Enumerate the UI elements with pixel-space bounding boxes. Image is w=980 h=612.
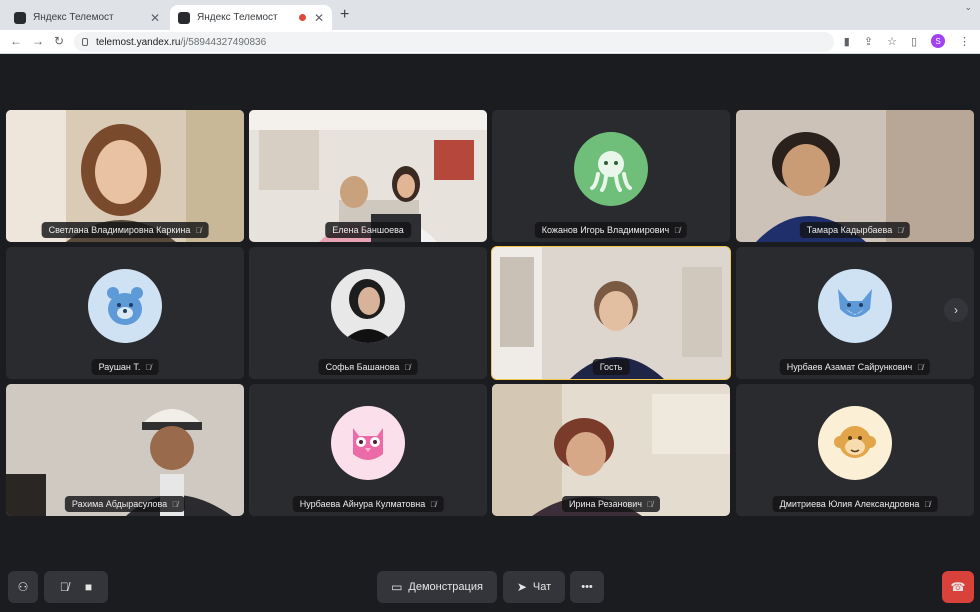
participant-name: Светлана Владимировна Каркина <box>48 225 191 235</box>
participant-tile[interactable]: Тамара Кадырбаева 🎙̸ <box>736 110 974 242</box>
url-path: /j/58944327490836 <box>180 36 267 48</box>
tab-telemost-1[interactable]: Яндекс Телемост ✕ <box>6 5 168 30</box>
participant-name: Раушан Т. <box>98 362 141 372</box>
more-icon: ••• <box>581 581 593 593</box>
back-icon[interactable]: ← <box>10 34 22 48</box>
chat-button[interactable]: ➤ Чат <box>503 571 565 603</box>
url-input[interactable]: telemost.yandex.ru /j/58944327490836 <box>74 32 834 52</box>
octopus-icon <box>574 132 648 206</box>
camera-icon[interactable]: ■ <box>85 580 92 594</box>
close-tab-icon[interactable]: ✕ <box>150 11 160 25</box>
recording-dot-icon <box>298 14 306 21</box>
participant-name-plate: Софья Башанова 🎙̸ <box>318 359 418 375</box>
participant-name: Дмитриева Юлия Александровна <box>779 499 920 509</box>
mic-off-icon: 🎙̸ <box>917 362 924 372</box>
side-panel-icon[interactable]: ▯ <box>911 35 917 48</box>
participant-tile[interactable]: Рахима Абдырасулова 🎙̸ <box>6 384 244 516</box>
mic-off-icon: 🎙̸ <box>172 499 179 509</box>
participant-tile[interactable]: Дмитриева Юлия Александровна 🎙̸ <box>736 384 974 516</box>
telemost-favicon-icon <box>14 11 26 24</box>
hang-up-icon: ☎ <box>950 580 966 594</box>
participant-tile[interactable]: Елена Баншоева <box>249 110 487 242</box>
tab-search-icon[interactable]: ⌄ <box>964 2 972 13</box>
participant-tile-active-speaker[interactable]: Гость <box>491 246 731 380</box>
participant-tile[interactable]: Нурбаев Азамат Сайрункович 🎙̸ <box>736 247 974 379</box>
participants-icon: ⚇ <box>17 580 29 594</box>
participant-name-plate: Гость <box>592 359 630 375</box>
fox-icon <box>818 269 892 343</box>
mic-off-icon: 🎙̸ <box>430 499 437 509</box>
participant-name-plate: Кожанов Игорь Владимирович 🎙̸ <box>534 222 688 238</box>
participant-tile[interactable]: Светлана Владимировна Каркина 🎙̸ <box>6 110 244 242</box>
participant-tile[interactable]: Нурбаева Айнура Кулматовна 🎙̸ <box>249 384 487 516</box>
new-tab-button[interactable]: + <box>340 6 349 24</box>
participant-name: Кожанов Игорь Владимирович <box>541 225 670 235</box>
participant-name-plate: Рахима Абдырасулова 🎙̸ <box>64 496 186 512</box>
url-host: telemost.yandex.ru <box>96 36 181 48</box>
end-call-button[interactable]: ☎ <box>942 571 974 603</box>
participant-tile[interactable]: Софья Башанова 🎙̸ <box>249 247 487 379</box>
mic-off-icon: 🎙̸ <box>647 499 653 509</box>
tab-telemost-2[interactable]: Яндекс Телемост ✕ <box>170 5 332 30</box>
monkey-icon <box>818 406 892 480</box>
screen-share-icon: ▭ <box>391 580 403 594</box>
menu-kebab-icon[interactable]: ⋮ <box>959 35 970 48</box>
owl-icon <box>331 406 405 480</box>
profile-avatar[interactable]: S <box>931 34 945 48</box>
participant-tile[interactable]: Раушан Т. 🎙̸ <box>6 247 244 379</box>
participant-name-plate: Ирина Резанович 🎙̸ <box>562 496 660 512</box>
address-bar: ← → ↻ telemost.yandex.ru /j/589443274908… <box>0 30 980 54</box>
chevron-right-icon: › <box>954 303 958 317</box>
participant-name: Нурбаев Азамат Сайрункович <box>786 362 913 372</box>
participant-name-plate: Нурбаева Айнура Кулматовна 🎙̸ <box>292 496 444 512</box>
conference-stage: Светлана Владимировна Каркина 🎙̸ Елена Б… <box>0 54 980 612</box>
chat-icon: ➤ <box>516 580 527 594</box>
participants-button[interactable]: ⚇ <box>8 571 38 603</box>
participant-tile[interactable]: Кожанов Игорь Владимирович 🎙̸ <box>492 110 730 242</box>
mic-off-icon: 🎙̸ <box>145 362 152 372</box>
share-icon[interactable]: ⇪ <box>864 35 873 48</box>
mic-off-icon: 🎙̸ <box>674 225 681 235</box>
participant-name: Гость <box>599 362 623 372</box>
participant-tile[interactable]: Ирина Резанович 🎙̸ <box>492 384 730 516</box>
participant-name-plate: Дмитриева Юлия Александровна 🎙̸ <box>772 496 938 512</box>
more-button[interactable]: ••• <box>570 571 604 603</box>
mic-off-icon[interactable]: 🎙̸ <box>60 580 69 594</box>
close-tab-icon[interactable]: ✕ <box>314 11 324 25</box>
browser-tab-bar: Яндекс Телемост ✕ Яндекс Телемост ✕ + ⌄ <box>0 0 980 30</box>
participant-name: Софья Башанова <box>325 362 400 372</box>
participant-name: Елена Баншоева <box>332 225 404 235</box>
camera-indicator-icon[interactable]: ▮ <box>844 35 850 48</box>
participant-name: Ирина Резанович <box>569 499 642 509</box>
mic-off-icon: 🎙̸ <box>924 499 931 509</box>
mic-off-icon: 🎙̸ <box>195 225 202 235</box>
forward-icon[interactable]: → <box>32 34 44 48</box>
chat-label: Чат <box>532 581 552 593</box>
bookmark-star-icon[interactable]: ☆ <box>887 35 897 48</box>
participant-name-plate: Нурбаев Азамат Сайрункович 🎙̸ <box>779 359 931 375</box>
tab-title: Яндекс Телемост <box>197 12 278 23</box>
participant-name-plate: Светлана Владимировна Каркина 🎙̸ <box>41 222 209 238</box>
next-page-button[interactable]: › <box>944 298 968 322</box>
lock-icon <box>82 38 88 46</box>
participant-name-plate: Елена Баншоева <box>325 222 411 238</box>
participant-name-plate: Тамара Кадырбаева 🎙̸ <box>799 222 911 238</box>
screen-share-button[interactable]: ▭ Демонстрация <box>377 571 497 603</box>
participant-name-plate: Раушан Т. 🎙̸ <box>91 359 159 375</box>
bear-icon <box>88 269 162 343</box>
mic-off-icon: 🎙̸ <box>404 362 411 372</box>
reload-icon[interactable]: ↻ <box>54 34 64 48</box>
screen-share-label: Демонстрация <box>408 581 483 593</box>
mic-off-icon: 🎙̸ <box>897 225 904 235</box>
participant-name: Тамара Кадырбаева <box>806 225 893 235</box>
participant-name: Нурбаева Айнура Кулматовна <box>299 499 426 509</box>
tab-title: Яндекс Телемост <box>33 12 114 23</box>
media-controls: 🎙̸ ■ <box>44 571 108 603</box>
telemost-favicon-icon <box>178 11 190 24</box>
participant-name: Рахима Абдырасулова <box>71 499 168 509</box>
person-photo-avatar <box>331 269 405 343</box>
